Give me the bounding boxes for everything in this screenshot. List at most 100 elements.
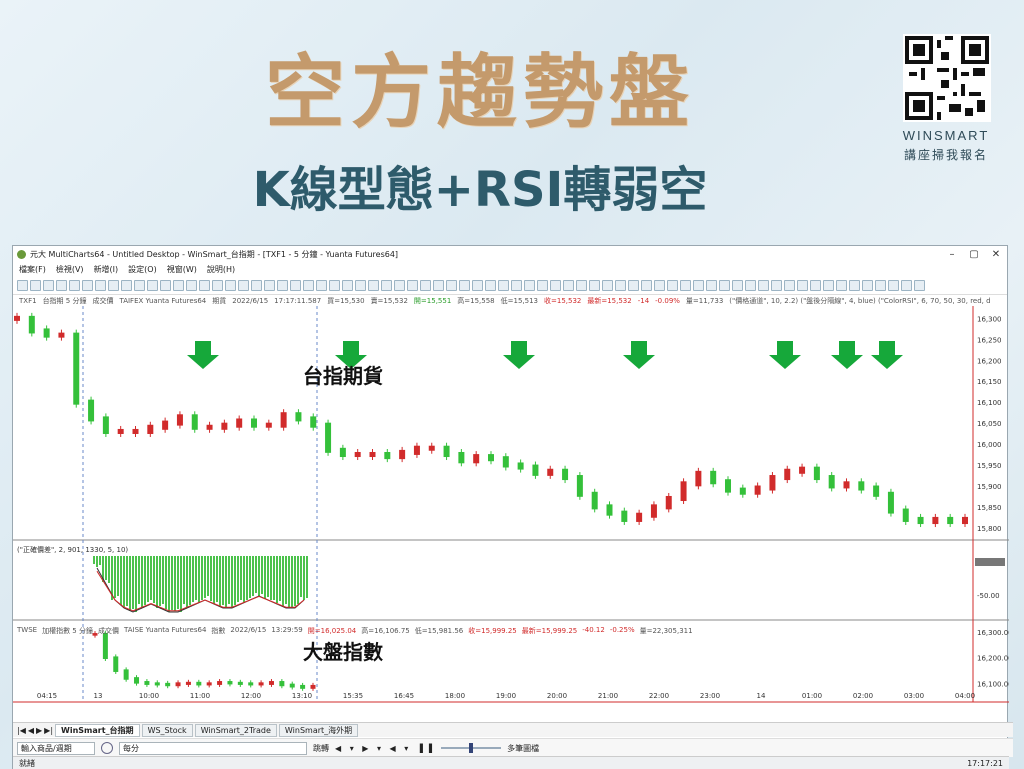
toolbar-button-icon[interactable] <box>407 279 418 291</box>
toolbar-button-icon[interactable] <box>30 279 41 291</box>
toolbar-button-icon[interactable] <box>563 279 574 291</box>
toolbar-button-icon[interactable] <box>888 279 899 291</box>
toolbar-button-icon[interactable] <box>329 279 340 291</box>
rsi-bar <box>306 556 308 598</box>
maximize-icon[interactable]: ▢ <box>963 249 985 260</box>
toolbar-button-icon[interactable] <box>134 279 145 291</box>
toolbar-button-icon[interactable] <box>316 279 327 291</box>
toolbar-button-icon[interactable] <box>472 279 483 291</box>
menu-help[interactable]: 說明(H) <box>207 264 235 275</box>
toolbar-button-icon[interactable] <box>459 279 470 291</box>
toolbar-button-icon[interactable] <box>290 279 301 291</box>
status-button[interactable]: 多筆圖檔 <box>507 743 539 754</box>
toolbar-button-icon[interactable] <box>823 279 834 291</box>
toolbar-button-icon[interactable] <box>810 279 821 291</box>
toolbar-button-icon[interactable] <box>537 279 548 291</box>
toolbar-button-icon[interactable] <box>758 279 769 291</box>
tab-winsmart-futures[interactable]: WinSmart_台指期 <box>55 723 140 737</box>
toolbar-button-icon[interactable] <box>368 279 379 291</box>
toolbar-button-icon[interactable] <box>147 279 158 291</box>
speed-slider[interactable] <box>441 743 502 753</box>
toolbar-button-icon[interactable] <box>212 279 223 291</box>
toolbar-button-icon[interactable] <box>69 279 80 291</box>
toolbar-button-icon[interactable] <box>355 279 366 291</box>
toolbar-button-icon[interactable] <box>498 279 509 291</box>
toolbar-button-icon[interactable] <box>680 279 691 291</box>
toolbar-button-icon[interactable] <box>485 279 496 291</box>
toolbar-button-icon[interactable] <box>511 279 522 291</box>
menu-window[interactable]: 視窗(W) <box>167 264 197 275</box>
speed-slider-thumb[interactable] <box>469 743 474 753</box>
toolbar-button-icon[interactable] <box>186 279 197 291</box>
toolbar-button-icon[interactable] <box>706 279 717 291</box>
toolbar-button-icon[interactable] <box>602 279 613 291</box>
toolbar-button-icon[interactable] <box>615 279 626 291</box>
tab-winsmart-2trade[interactable]: WinSmart_2Trade <box>194 723 277 737</box>
toolbar-button-icon[interactable] <box>836 279 847 291</box>
toolbar-button-icon[interactable] <box>277 279 288 291</box>
menu-file[interactable]: 檔案(F) <box>19 264 46 275</box>
toolbar-button-icon[interactable] <box>628 279 639 291</box>
toolbar-button-icon[interactable] <box>719 279 730 291</box>
menu-insert[interactable]: 新增(I) <box>94 264 119 275</box>
toolbar-button-icon[interactable] <box>576 279 587 291</box>
toolbar-button-icon[interactable] <box>446 279 457 291</box>
toolbar-button-icon[interactable] <box>381 279 392 291</box>
toolbar-button-icon[interactable] <box>589 279 600 291</box>
go-icon[interactable] <box>101 742 113 754</box>
symbol-input[interactable]: 輸入商品/週期 <box>17 741 95 755</box>
jump-button[interactable]: 跳轉 <box>313 743 329 754</box>
toolbar-button-icon[interactable] <box>303 279 314 291</box>
period-select[interactable]: 每分 <box>119 741 307 755</box>
toolbar-button-icon[interactable] <box>524 279 535 291</box>
chart-svg[interactable]: 16,300 16,250 16,200 16,150 16,100 16,050 16,0… <box>13 306 1009 704</box>
minimize-icon[interactable]: – <box>941 249 963 260</box>
toolbar-button-icon[interactable] <box>43 279 54 291</box>
toolbar-button-icon[interactable] <box>342 279 353 291</box>
toolbar-button-icon[interactable] <box>693 279 704 291</box>
toolbar-button-icon[interactable] <box>17 279 28 291</box>
toolbar-button-icon[interactable] <box>784 279 795 291</box>
toolbar-button-icon[interactable] <box>82 279 93 291</box>
toolbar-button-icon[interactable] <box>251 279 262 291</box>
menu-view[interactable]: 檢視(V) <box>56 264 84 275</box>
toolbar-button-icon[interactable] <box>394 279 405 291</box>
tab-ws-stock[interactable]: WS_Stock <box>141 723 193 737</box>
toolbar-button-icon[interactable] <box>901 279 912 291</box>
toolbar-button-icon[interactable] <box>875 279 886 291</box>
toolbar-button-icon[interactable] <box>745 279 756 291</box>
toolbar-button-icon[interactable] <box>862 279 873 291</box>
tab-nav-next-icon[interactable]: ▶ <box>36 726 42 735</box>
qr-code[interactable] <box>903 34 991 122</box>
toolbar-button-icon[interactable] <box>433 279 444 291</box>
toolbar-button-icon[interactable] <box>550 279 561 291</box>
toolbar-button-icon[interactable] <box>160 279 171 291</box>
tab-nav-first-icon[interactable]: |◀ <box>17 726 26 735</box>
toolbar-button-icon[interactable] <box>173 279 184 291</box>
toolbar-button-icon[interactable] <box>732 279 743 291</box>
menu-settings[interactable]: 設定(O) <box>128 264 157 275</box>
toolbar-button-icon[interactable] <box>667 279 678 291</box>
tab-nav-last-icon[interactable]: ▶| <box>44 726 53 735</box>
toolbar-button-icon[interactable] <box>238 279 249 291</box>
tab-winsmart-overseas[interactable]: WinSmart_海外期 <box>278 723 359 737</box>
toolbar-button-icon[interactable] <box>420 279 431 291</box>
toolbar-button-icon[interactable] <box>199 279 210 291</box>
toolbar-button-icon[interactable] <box>95 279 106 291</box>
chart-area[interactable]: 16,300 16,250 16,200 16,150 16,100 16,050 16,0… <box>13 306 1009 704</box>
toolbar-button-icon[interactable] <box>797 279 808 291</box>
toolbar-button-icon[interactable] <box>654 279 665 291</box>
toolbar-button-icon[interactable] <box>264 279 275 291</box>
toolbar-button-icon[interactable] <box>121 279 132 291</box>
close-icon[interactable]: ✕ <box>985 249 1007 260</box>
playback-controls[interactable]: ◀ ▾ ▶ ▾ ◀ ▾ ▐▐ <box>335 744 435 753</box>
toolbar-button-icon[interactable] <box>56 279 67 291</box>
toolbar-button-icon[interactable] <box>641 279 652 291</box>
toolbar-button-icon[interactable] <box>225 279 236 291</box>
toolbar-button-icon[interactable] <box>108 279 119 291</box>
toolbar-button-icon[interactable] <box>771 279 782 291</box>
toolbar-button-icon[interactable] <box>914 279 925 291</box>
toolbar-button-icon[interactable] <box>849 279 860 291</box>
tab-nav-prev-icon[interactable]: ◀ <box>28 726 34 735</box>
rsi-bar <box>267 556 269 597</box>
